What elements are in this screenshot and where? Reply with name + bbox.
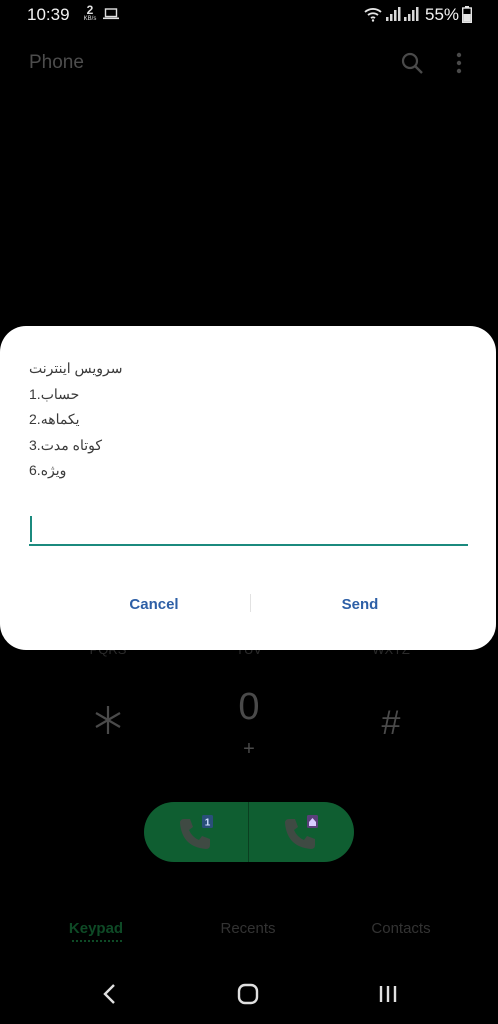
network-speed-value: 2 xyxy=(86,3,94,17)
ussd-option-2: 2.یکماهه xyxy=(29,411,80,427)
key-hash[interactable]: # xyxy=(366,704,416,743)
tab-recents[interactable]: Recents xyxy=(188,920,308,937)
laptop-icon xyxy=(103,8,119,20)
call-buttons: 1 xyxy=(144,802,354,862)
ussd-message-title: سرویس اینترنت xyxy=(29,360,123,376)
home-icon[interactable] xyxy=(236,982,260,1006)
signal-sim2-icon xyxy=(404,7,419,21)
recent-apps-icon[interactable] xyxy=(376,983,400,1005)
battery-percent: 55% xyxy=(425,5,460,24)
back-icon[interactable] xyxy=(100,982,120,1006)
call-sim2-button[interactable] xyxy=(249,802,353,862)
tab-keypad-label: Keypad xyxy=(68,920,124,937)
tab-keypad[interactable]: Keypad xyxy=(36,920,156,942)
phone-sim2-icon xyxy=(285,815,318,849)
network-speed-unit: KB/s xyxy=(83,16,97,22)
text-cursor xyxy=(30,516,32,542)
button-divider xyxy=(250,594,251,612)
call-sim1-button[interactable]: 1 xyxy=(144,802,248,862)
app-title: Phone xyxy=(29,52,84,73)
key-zero[interactable]: 0 xyxy=(224,686,274,729)
wifi-icon xyxy=(364,8,382,22)
network-speed: 2 KB/s xyxy=(81,4,99,22)
phone-sim1-icon: 1 xyxy=(180,815,213,849)
tab-keypad-indicator xyxy=(72,940,122,942)
signal-sim1-icon xyxy=(386,7,401,21)
ussd-option-1: 1.حساب xyxy=(29,385,80,402)
more-vert-icon[interactable] xyxy=(450,50,468,76)
app-bar: Phone xyxy=(0,40,498,88)
tab-contacts[interactable]: Contacts xyxy=(341,920,461,937)
key-star[interactable] xyxy=(88,700,128,740)
key-zero-plus: + xyxy=(243,738,255,760)
status-time: 10:39 xyxy=(27,5,70,24)
ussd-message: سرویس اینترنت 1.حساب 2.یکماهه 3.کوتاه مد… xyxy=(29,356,122,484)
send-button[interactable]: Send xyxy=(270,588,450,620)
cancel-button[interactable]: Cancel xyxy=(64,588,244,620)
ussd-response-input[interactable] xyxy=(29,514,468,546)
ussd-dialog: سرویس اینترنت 1.حساب 2.یکماهه 3.کوتاه مد… xyxy=(0,326,496,650)
search-icon[interactable] xyxy=(400,51,424,75)
battery-icon xyxy=(462,6,472,23)
status-bar: 10:39 2 KB/s 55% xyxy=(0,0,498,30)
ussd-option-3: 3.کوتاه مدت xyxy=(29,436,102,453)
ussd-option-6: 6.ویژه xyxy=(29,462,67,478)
navigation-bar xyxy=(0,966,498,1024)
bottom-tabs: Keypad Recents Contacts xyxy=(0,912,498,952)
sim1-badge: 1 xyxy=(205,818,211,829)
